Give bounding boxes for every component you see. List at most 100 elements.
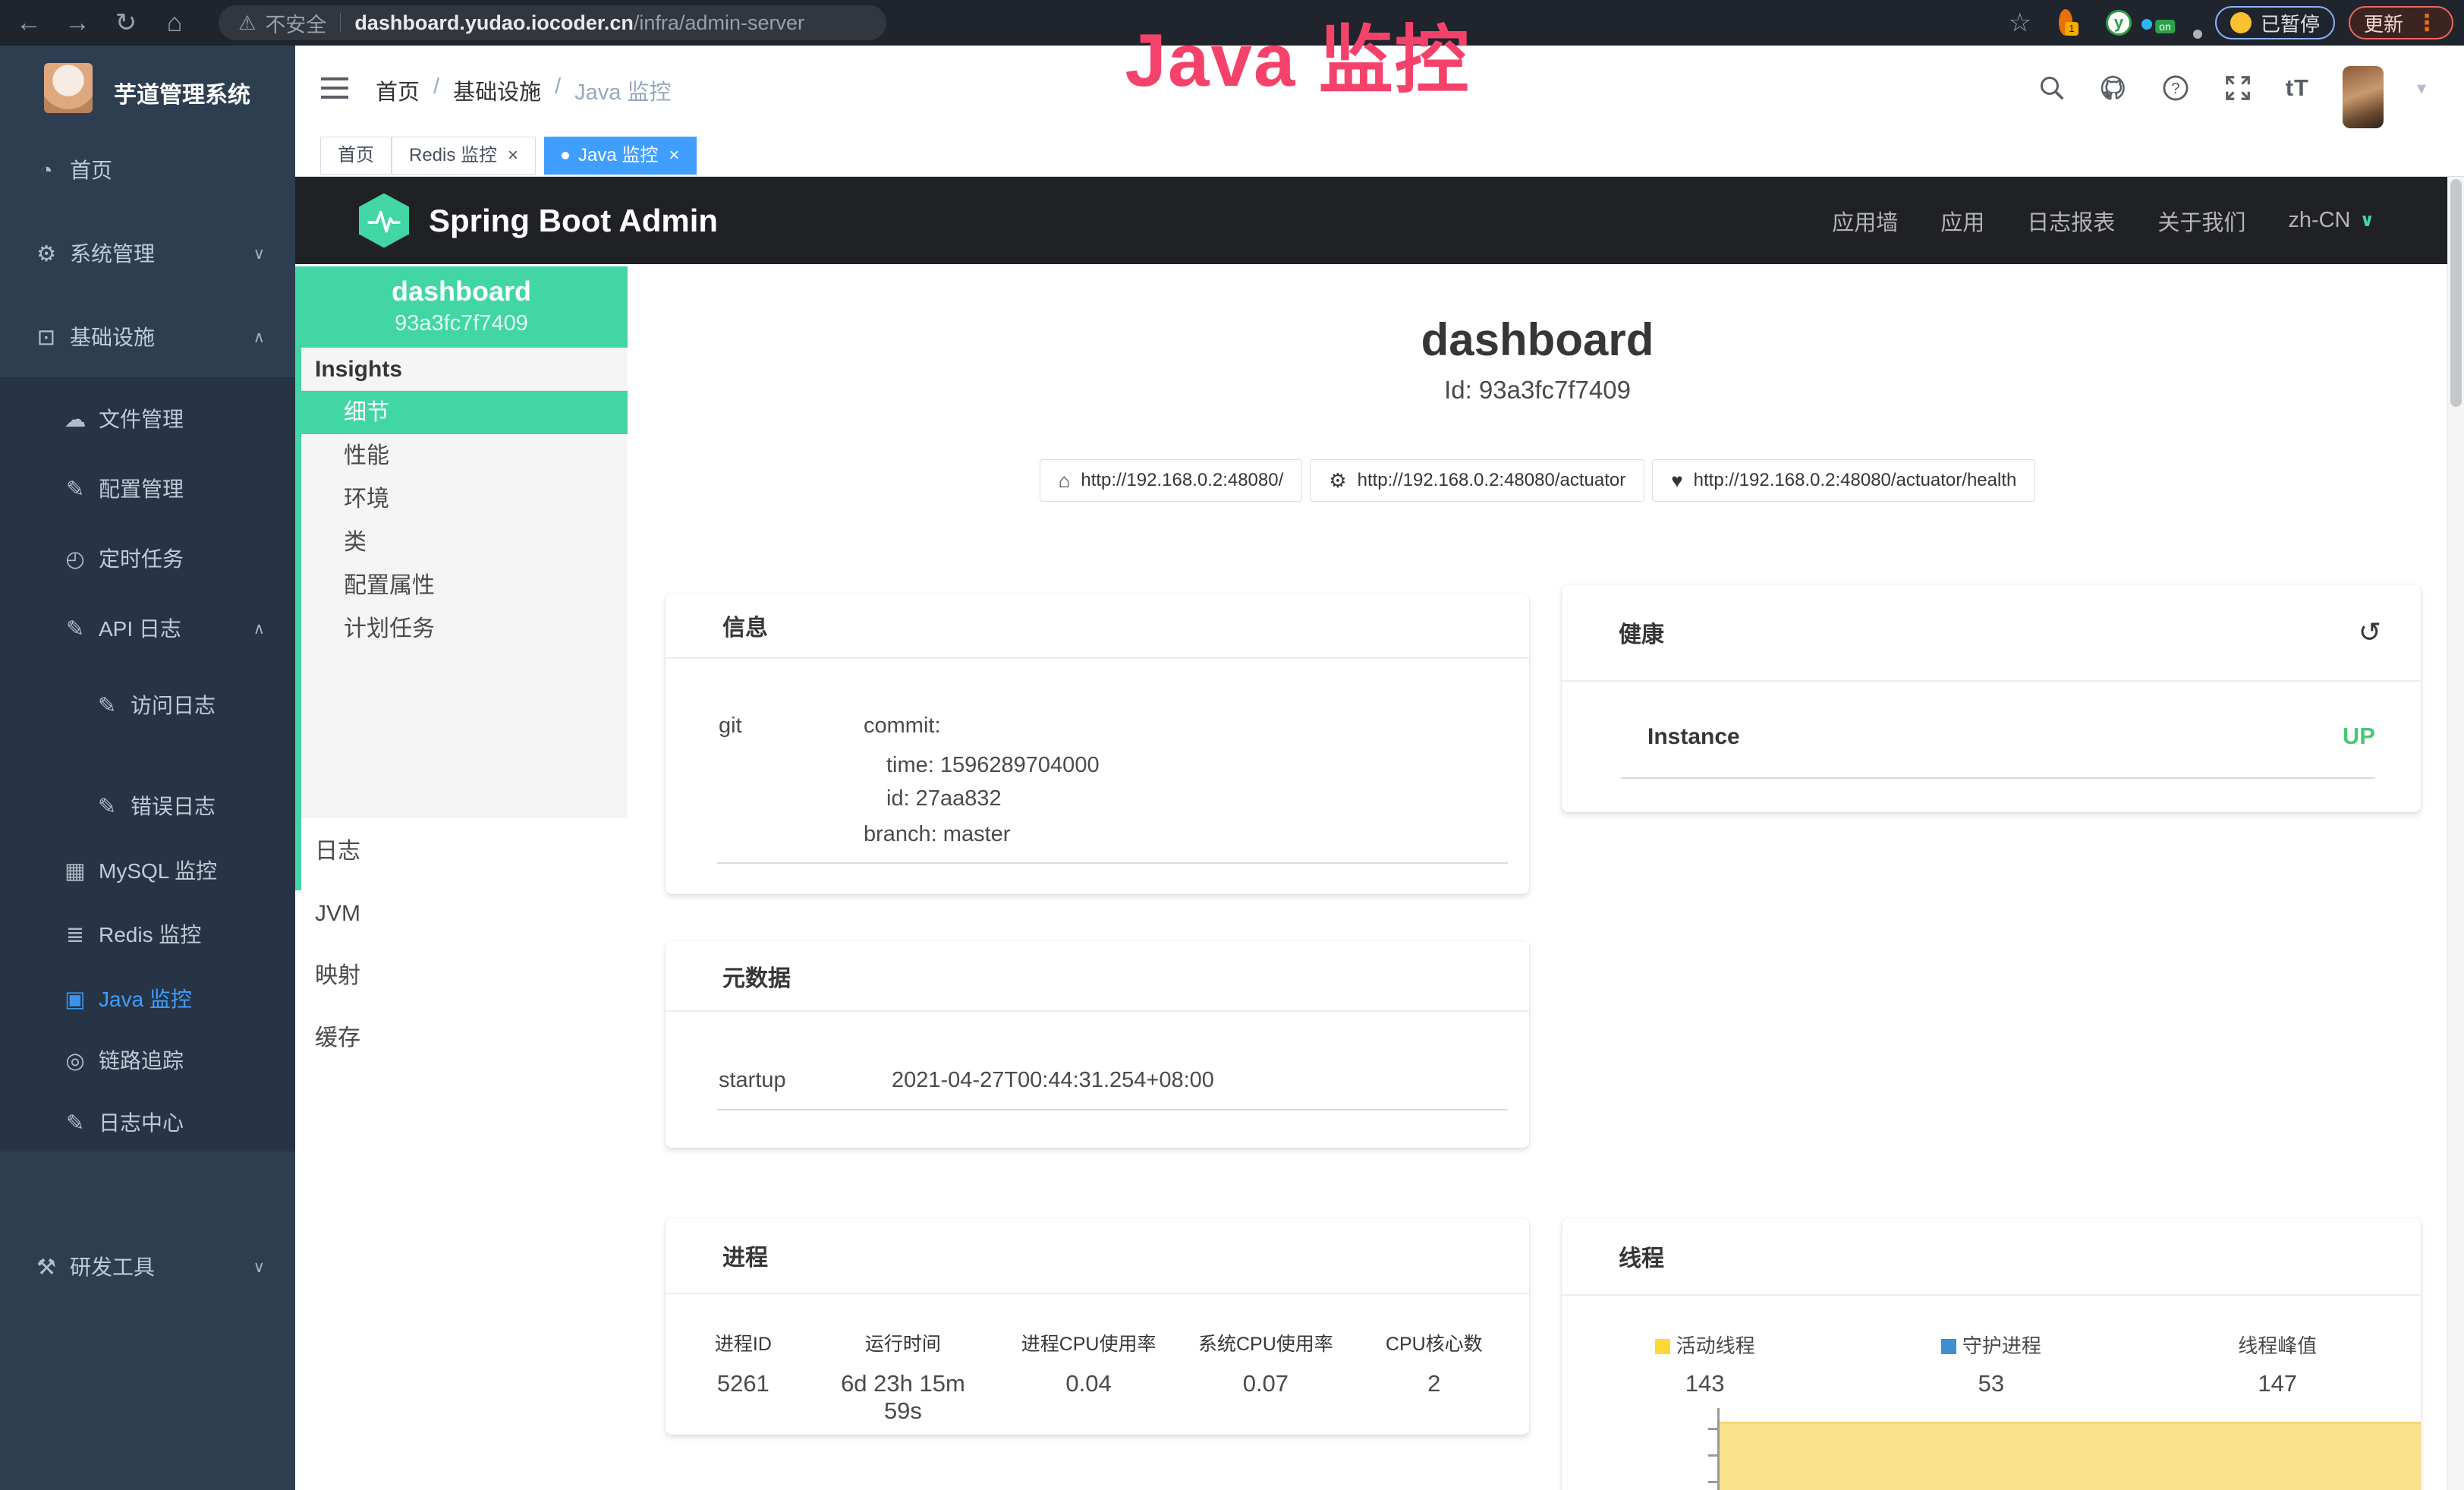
chevron-down-icon: ∨ <box>253 228 265 281</box>
sidebar-item-log-center[interactable]: ✎ 日志中心 <box>0 1097 295 1150</box>
info-git-label: git <box>719 713 742 739</box>
actuator-url-button[interactable]: ⚙ http://192.168.0.2:48080/actuator <box>1310 459 1644 502</box>
sba-menu-performance[interactable]: 性能 <box>295 434 628 477</box>
sidebar-item-access-logs[interactable]: ✎ 访问日志 <box>0 679 295 732</box>
annotation-text: Java 监控 <box>1085 0 1510 108</box>
close-icon[interactable]: × <box>669 145 679 165</box>
process-column-headers: 进程ID 运行时间 进程CPU使用率 系统CPU使用率 CPU核心数 <box>666 1329 1529 1356</box>
tab-home[interactable]: 首页 <box>320 137 392 175</box>
threads-values: 143 53 147 <box>1562 1370 2421 1397</box>
font-size-icon[interactable]: tT <box>2286 74 2309 102</box>
threads-chart: 140 120 100 <box>1562 1408 2421 1490</box>
address-bar[interactable]: ⚠ 不安全 dashboard.yudao.iocoder.cn /infra/… <box>219 5 886 40</box>
sba-menu-jvm[interactable]: JVM <box>295 883 628 945</box>
close-icon[interactable]: × <box>508 145 518 165</box>
sidebar-item-java-monitor[interactable]: ▣ Java 监控 <box>0 973 295 1026</box>
fullscreen-icon[interactable] <box>2223 74 2252 102</box>
breadcrumb-home[interactable]: 首页 <box>376 74 420 106</box>
svg-text:?: ? <box>2171 80 2179 97</box>
app-sidebar: 芋道管理系统 ◔ 首页 ⚙ 系统管理 ∨ ⊡ 基础设施 ∧ ☁ 文件管理 ✎ 配… <box>0 46 295 1490</box>
info-card-title: 信息 <box>666 594 1529 659</box>
instance-id: 93a3fc7f7409 <box>295 311 628 336</box>
update-button[interactable]: 更新 ⋮ <box>2349 6 2453 39</box>
sba-menu-scheduled-tasks[interactable]: 计划任务 <box>295 607 628 650</box>
monitor-icon: ⊡ <box>30 311 62 364</box>
scrollbar[interactable] <box>2447 177 2464 1490</box>
sidebar-item-tracing[interactable]: ◎ 链路追踪 <box>0 1035 295 1088</box>
log-icon: ✎ <box>59 1097 91 1150</box>
tab-java-monitor[interactable]: Java 监控× <box>544 137 697 175</box>
sidebar-item-redis-monitor[interactable]: ≣ Redis 监控 <box>0 909 295 962</box>
browser-menu-icon[interactable]: ⋮ <box>2415 10 2438 36</box>
sidebar-item-mysql-monitor[interactable]: ▦ MySQL 监控 <box>0 845 295 898</box>
scrollbar-thumb[interactable] <box>2450 179 2462 407</box>
sba-menu-details[interactable]: 细节 <box>295 391 628 434</box>
instance-id-label: Id: 93a3fc7f7409 <box>628 376 2447 405</box>
sidebar-item-home[interactable]: ◔ 首页 <box>0 144 295 197</box>
y-tickmark <box>1708 1428 1717 1430</box>
app-title: 芋道管理系统 <box>114 76 250 109</box>
divider <box>717 1109 1508 1110</box>
sidebar-item-config[interactable]: ✎ 配置管理 <box>0 463 295 516</box>
sidebar-item-infra[interactable]: ⊡ 基础设施 ∧ <box>0 311 295 364</box>
help-icon[interactable]: ? <box>2161 74 2190 102</box>
browser-forward-icon[interactable]: → <box>61 8 94 38</box>
extension-orange-icon[interactable]: 1 <box>2059 16 2072 30</box>
url-path: /infra/admin-server <box>634 11 804 35</box>
divider <box>1621 777 2375 779</box>
live-threads-area <box>1720 1422 2421 1490</box>
sidebar-item-files[interactable]: ☁ 文件管理 <box>0 393 295 446</box>
sidebar-item-api-logs[interactable]: ✎ API 日志 ∧ <box>0 603 295 656</box>
bookmark-star-icon[interactable]: ☆ <box>2008 8 2031 38</box>
sba-menu-classes[interactable]: 类 <box>295 521 628 564</box>
header-actions: ? tT ▾ <box>2038 46 2426 131</box>
history-icon[interactable]: ↺ <box>2359 616 2381 648</box>
browser-reload-icon[interactable]: ↻ <box>109 8 143 38</box>
user-avatar[interactable] <box>2343 66 2384 128</box>
chevron-up-icon: ∧ <box>253 311 265 364</box>
sba-menu-mappings[interactable]: 映射 <box>295 945 628 1007</box>
chevron-down-icon: ∨ <box>253 1241 265 1294</box>
sba-menu-environment[interactable]: 环境 <box>295 477 628 521</box>
sidebar-item-system[interactable]: ⚙ 系统管理 ∨ <box>0 228 295 281</box>
hamburger-icon[interactable] <box>321 77 348 99</box>
tags-view: 首页 Redis 监控× Java 监控× <box>295 131 2464 177</box>
threads-card: 线程 活动线程 守护进程 线程峰值 143 53 147 <box>1562 1218 2421 1490</box>
daemon-threads-value: 53 <box>1848 1370 2134 1397</box>
profile-paused-badge[interactable]: 已暂停 <box>2215 6 2335 39</box>
info-branch-line: branch: master <box>864 822 1010 847</box>
tab-redis-monitor[interactable]: Redis 监控× <box>392 137 536 175</box>
breadcrumb: 首页 / 基础设施 / Java 监控 <box>376 74 671 106</box>
breadcrumb-infra[interactable]: 基础设施 <box>453 74 541 106</box>
breadcrumb-separator: / <box>433 74 439 106</box>
live-threads-value: 143 <box>1562 1370 1848 1397</box>
health-instance-label: Instance <box>1647 724 1740 750</box>
sba-menu-caches[interactable]: 缓存 <box>295 1007 628 1069</box>
sba-menu-config-props[interactable]: 配置属性 <box>295 564 628 607</box>
breadcrumb-current: Java 监控 <box>574 74 671 106</box>
app-logo <box>44 63 93 113</box>
search-icon[interactable] <box>2038 74 2066 102</box>
browser-home-icon[interactable]: ⌂ <box>158 8 191 38</box>
eye-icon: ◎ <box>59 1035 91 1088</box>
cpu-cores-value: 2 <box>1339 1370 1529 1425</box>
process-card: 进程 进程ID 运行时间 进程CPU使用率 系统CPU使用率 CPU核心数 52… <box>666 1218 1529 1435</box>
sidebar-item-dev-tools[interactable]: ⚒ 研发工具 ∨ <box>0 1241 295 1294</box>
legend-swatch-blue <box>1941 1339 1956 1354</box>
y-tickmark <box>1708 1454 1717 1457</box>
sba-instance-header[interactable]: dashboard 93a3fc7f7409 <box>295 266 628 348</box>
github-icon[interactable] <box>2099 74 2128 102</box>
security-label[interactable]: 不安全 <box>265 8 326 38</box>
service-url-button[interactable]: ⌂ http://192.168.0.2:48080/ <box>1040 459 1303 502</box>
health-url-button[interactable]: ♥ http://192.168.0.2:48080/actuator/heal… <box>1652 459 2035 502</box>
chevron-up-icon: ∧ <box>253 603 265 656</box>
sidebar-item-scheduled-jobs[interactable]: ◴ 定时任务 <box>0 533 295 586</box>
browser-back-icon[interactable]: ← <box>12 8 46 38</box>
gauge-icon: ◔ <box>30 144 62 197</box>
address-divider <box>340 13 341 33</box>
extension-y-icon[interactable]: y <box>2106 10 2132 36</box>
legend-live-threads: 活动线程 <box>1562 1331 1848 1359</box>
user-menu-caret-icon[interactable]: ▾ <box>2417 77 2426 99</box>
sba-menu-logs[interactable]: 日志 <box>295 821 628 883</box>
sidebar-item-error-logs[interactable]: ✎ 错误日志 <box>0 780 295 833</box>
